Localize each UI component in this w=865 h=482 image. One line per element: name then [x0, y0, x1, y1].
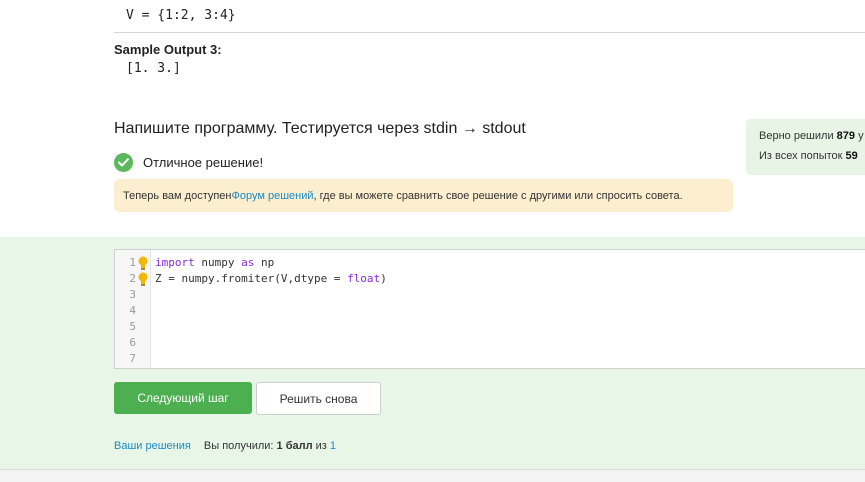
code-line[interactable]: 5 [115, 319, 865, 335]
stats-solved-label: Верно решили [759, 130, 837, 142]
code-line[interactable]: 1 import numpy as np [115, 255, 865, 271]
sample-output-title: Sample Output 3: [114, 42, 222, 57]
notice-text-before: Теперь вам доступен [123, 189, 232, 202]
line-number: 4 [129, 304, 136, 317]
task-heading: Напишите программу. Тестируется через st… [114, 120, 526, 137]
line-number: 3 [129, 288, 136, 301]
your-solutions-link[interactable]: Ваши решения [114, 440, 191, 452]
sample-input-value: V = {1:2, 3:4} [126, 8, 236, 23]
check-icon [114, 152, 133, 172]
next-step-button[interactable]: Следующий шаг [114, 382, 252, 414]
code-line[interactable]: 7 [115, 351, 865, 367]
code-line[interactable]: 3 [115, 287, 865, 303]
page: V = {1:2, 3:4} Sample Output 3: [1. 3.] … [0, 0, 865, 482]
solve-again-button[interactable]: Решить снова [256, 382, 381, 415]
notice-text-after: , где вы можете сравнить свое решение с … [313, 189, 683, 202]
line-number: 2 [129, 272, 136, 285]
code-line[interactable]: 6 [115, 335, 865, 351]
code-line[interactable]: 2 Z = numpy.fromiter(V,dtype = float) [115, 271, 865, 287]
score-total: 1 [329, 440, 337, 452]
lightbulb-icon[interactable] [137, 256, 149, 270]
code-text: import numpy as np [155, 256, 275, 269]
line-number: 5 [129, 320, 136, 333]
forum-link[interactable]: Форум решений [232, 190, 314, 202]
of-label: из [312, 440, 330, 452]
line-number: 6 [129, 336, 136, 349]
code-text: Z = numpy.fromiter(V,dtype = float) [155, 272, 387, 285]
forum-notice: Теперь вам доступен Форум решений , где … [114, 179, 733, 212]
success-message: Отличное решение! [114, 152, 263, 172]
score-info: Ваши решения Вы получили: 1 балл из 1 [114, 440, 336, 452]
stats-solved-value: 879 [836, 130, 856, 142]
divider [114, 32, 865, 33]
stats-attempts-value: 59 [845, 150, 858, 162]
stats-attempts: Из всех попыток 59 [759, 150, 865, 170]
stats-solved: Верно решили 879 у [759, 130, 865, 150]
received-label: Вы получили: [203, 440, 277, 452]
line-number: 1 [129, 256, 136, 269]
code-editor[interactable]: 1 import numpy as np 2 Z = numpy.fromiter(V… [114, 249, 865, 369]
stats-box: Верно решили 879 у Из всех попыток 59 [746, 119, 865, 175]
bottom-strip [0, 469, 865, 482]
lightbulb-icon[interactable] [137, 272, 149, 286]
sample-output-value: [1. 3.] [126, 61, 181, 76]
code-line[interactable]: 4 [115, 303, 865, 319]
score-value: 1 балл [276, 440, 313, 452]
stats-attempts-label: Из всех попыток [759, 150, 846, 162]
line-number: 7 [129, 352, 136, 365]
success-text: Отличное решение! [143, 154, 264, 170]
stats-solved-suffix: у [855, 130, 864, 142]
